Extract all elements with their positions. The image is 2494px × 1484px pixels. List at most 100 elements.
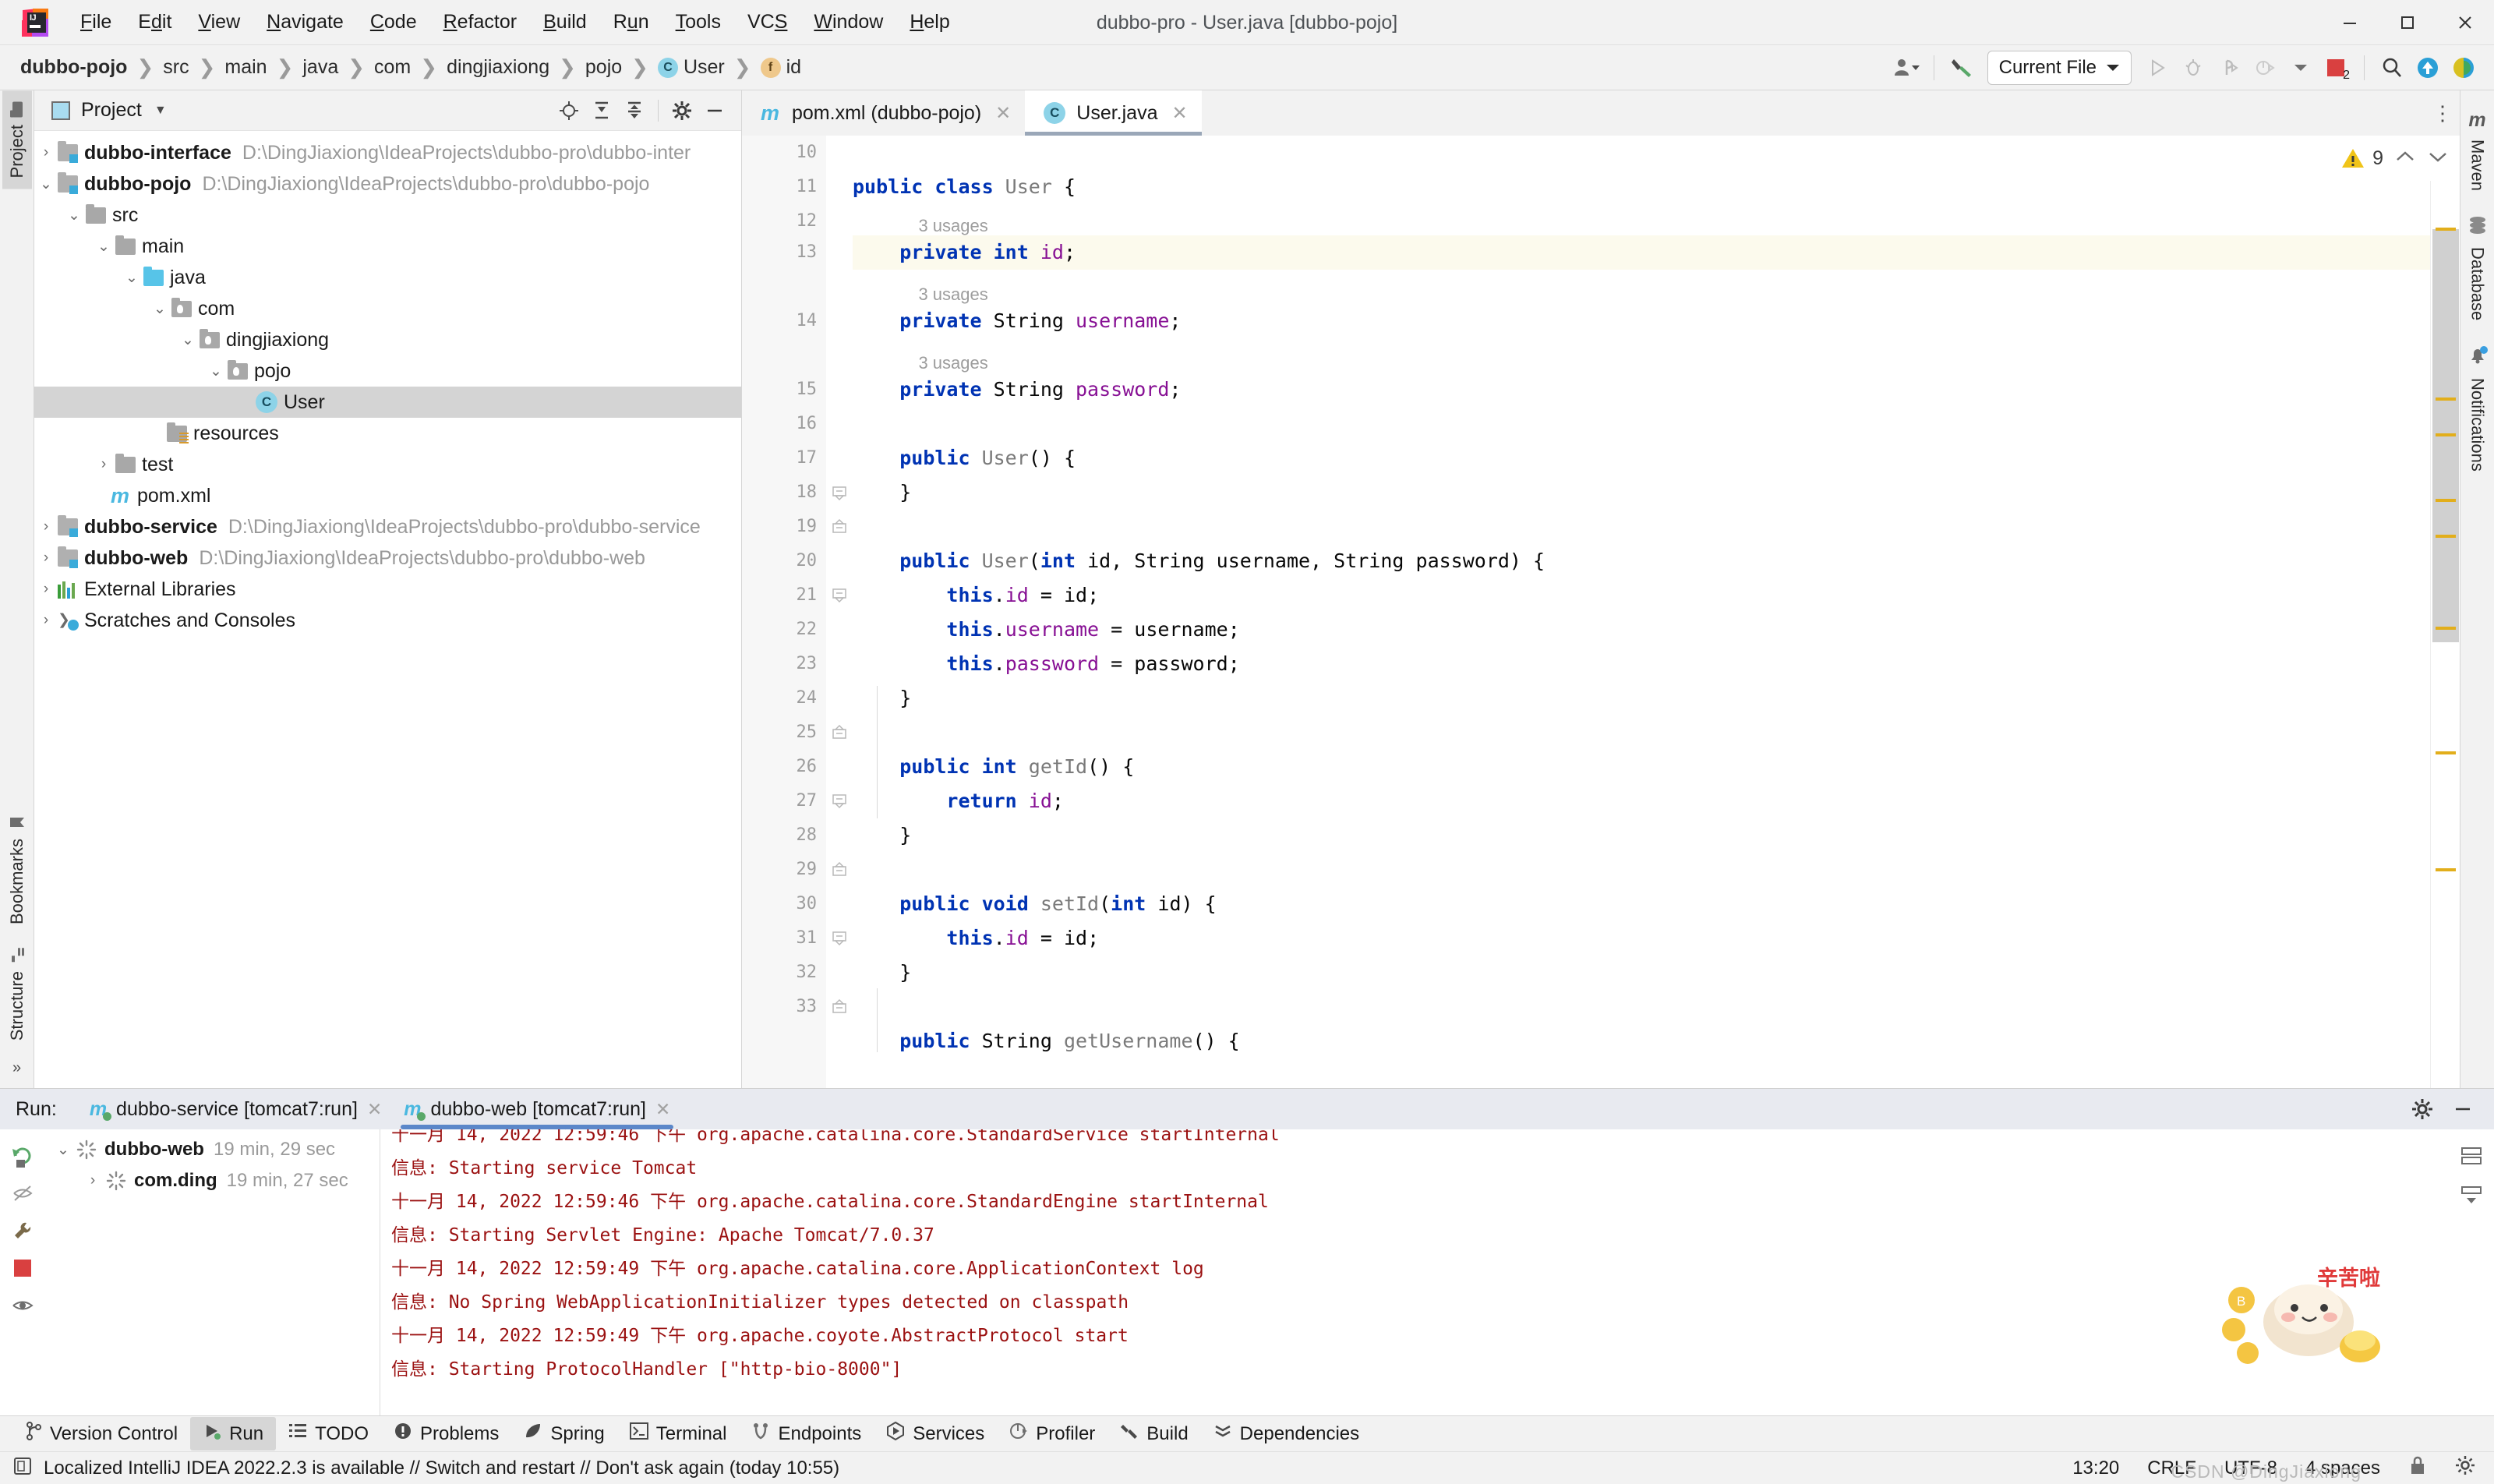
chevron-right-icon[interactable]: › [34,581,58,598]
chevron-down-icon[interactable]: ⌄ [50,1141,76,1159]
tool-window-todo[interactable]: TODO [276,1418,381,1450]
breadcrumb-item-4[interactable]: com [371,55,414,80]
warning-marker[interactable] [2436,535,2456,538]
rerun-icon[interactable] [5,1139,40,1173]
run-coverage-icon[interactable] [2211,50,2247,86]
eye-icon[interactable] [5,1288,40,1323]
run-tree[interactable]: ⌄ dubbo-web 19 min, 29 sec › com.ding 19… [45,1129,380,1415]
tree-row-dubbo-service[interactable]: › dubbo-service D:\DingJiaxiong\IdeaProj… [34,511,741,542]
sidebar-tab-maven[interactable]: m Maven [2463,97,2492,203]
ide-feature-icon[interactable] [2446,50,2482,86]
tree-row-src[interactable]: ⌄ src [34,200,741,231]
tree-row-main[interactable]: ⌄ main [34,231,741,262]
fold-end-icon[interactable] [831,723,848,740]
menu-view[interactable]: View [185,6,253,38]
warning-count[interactable]: 9 [2341,147,2383,170]
tree-row-pom-xml[interactable]: m pom.xml [34,480,741,511]
tree-row-scratches-and-consoles[interactable]: › ❯ Scratches and Consoles [34,605,741,636]
menu-edit[interactable]: Edit [125,6,185,38]
menu-help[interactable]: Help [896,6,963,38]
chevron-down-icon[interactable]: ⌄ [62,207,86,224]
tree-row-pojo[interactable]: ⌄ pojo [34,355,741,387]
project-tree[interactable]: › dubbo-interface D:\DingJiaxiong\IdeaPr… [34,131,741,1088]
settings-gear-icon[interactable] [2455,1455,2475,1481]
tree-row-test[interactable]: › test [34,449,741,480]
fold-minus-icon[interactable] [831,929,848,946]
warning-marker[interactable] [2436,627,2456,630]
tree-row-user[interactable]: C User [34,387,741,418]
debug-icon[interactable] [2175,50,2211,86]
breadcrumb-item-5[interactable]: dingjiaxiong [443,55,553,80]
editor-options-icon[interactable]: ⋮ [2425,90,2460,136]
menu-build[interactable]: Build [530,6,600,38]
caret-position[interactable]: 13:20 [2072,1458,2119,1479]
code-editor[interactable]: 10 11 12 13 14 15 16 17 18 19 20 21 22 2… [742,136,2460,1088]
status-message[interactable]: Localized IntelliJ IDEA 2022.2.3 is avai… [44,1458,839,1479]
next-problem-icon[interactable] [2427,149,2449,168]
sidebar-tab-project[interactable]: Project [2,90,32,189]
previous-problem-icon[interactable] [2394,149,2416,168]
chevron-down-icon[interactable]: ⌄ [34,175,58,193]
tree-row-dingjiaxiong[interactable]: ⌄ dingjiaxiong [34,324,741,355]
run-tree-row-com-ding[interactable]: › com.ding 19 min, 27 sec [45,1165,380,1196]
minimize-button[interactable] [2321,0,2379,45]
chevron-down-icon[interactable]: ⌄ [204,362,228,380]
breadcrumb-item-6[interactable]: pojo [582,55,625,80]
chevron-down-icon[interactable]: ▼ [154,104,167,118]
chevron-right-icon[interactable]: › [34,612,58,629]
account-icon[interactable] [1888,50,1924,86]
chevron-down-icon[interactable]: ⌄ [148,300,171,318]
run-console-output[interactable]: 十一月 14, 2022 12:59:46 下午 org.apache.cata… [380,1129,2449,1415]
run-icon[interactable] [2139,50,2175,86]
close-icon[interactable]: ✕ [1172,102,1188,125]
chevron-down-icon[interactable]: ⌄ [176,331,200,349]
tool-window-problems[interactable]: Problems [381,1417,511,1450]
hide-icon[interactable] [5,1176,40,1210]
tool-window-services[interactable]: Services [874,1417,997,1450]
menu-vcs[interactable]: VCS [734,6,800,38]
menu-code[interactable]: Code [357,6,430,38]
tree-row-resources[interactable]: resources [34,418,741,449]
lock-icon[interactable] [2408,1455,2427,1481]
locate-icon[interactable] [553,95,585,126]
tree-row-external-libraries[interactable]: › External Libraries [34,574,741,605]
search-everywhere-icon[interactable] [2374,50,2410,86]
expand-collapse-icon[interactable] [2456,1179,2487,1210]
run-configuration-selector[interactable]: Current File [1987,50,2132,85]
update-project-icon[interactable] [2410,50,2446,86]
breadcrumb-item-1[interactable]: src [160,55,192,80]
profile-icon[interactable] [2247,50,2283,86]
breadcrumb-item-7[interactable]: C User [655,55,728,80]
chevron-right-icon[interactable]: › [92,456,115,473]
more-tabs-icon[interactable]: » [12,1051,21,1088]
fold-end-icon[interactable] [831,518,848,535]
hide-panel-icon[interactable] [2447,1094,2478,1125]
run-tab-dubbo-service[interactable]: m dubbo-service [tomcat7:run] ✕ [79,1089,393,1129]
tool-window-run[interactable]: Run [190,1417,277,1450]
editor-tab-pom-xml[interactable]: m pom.xml (dubbo-pojo) ✕ [742,90,1026,136]
editor-tab-user-java[interactable]: C User.java ✕ [1025,90,1202,136]
menu-refactor[interactable]: Refactor [430,6,531,38]
sidebar-tab-notifications[interactable]: Notifications [2463,333,2492,484]
code-text-area[interactable]: public class User { 3 usages private int… [853,136,2430,1088]
breadcrumb-item-0[interactable]: dubbo-pojo [17,55,130,80]
menu-run[interactable]: Run [600,6,662,38]
tree-row-dubbo-pojo[interactable]: ⌄ dubbo-pojo D:\DingJiaxiong\IdeaProject… [34,168,741,200]
tree-row-com[interactable]: ⌄ com [34,293,741,324]
settings-gear-icon[interactable] [2407,1094,2438,1125]
chevron-right-icon[interactable]: › [34,518,58,535]
warning-marker[interactable] [2436,868,2456,871]
chevron-right-icon[interactable]: › [34,549,58,567]
tool-window-version-control[interactable]: Version Control [12,1417,190,1450]
error-stripe-marker-bar[interactable] [2430,136,2460,1088]
run-tab-dubbo-web[interactable]: m dubbo-web [tomcat7:run] ✕ [393,1089,681,1129]
hide-panel-icon[interactable] [699,95,730,126]
maximize-button[interactable] [2379,0,2436,45]
fold-end-icon[interactable] [831,998,848,1015]
expand-all-icon[interactable] [586,95,617,126]
warning-marker[interactable] [2436,433,2456,436]
close-icon[interactable]: ✕ [995,102,1011,125]
settings-gear-icon[interactable] [666,95,698,126]
tool-window-build[interactable]: Build [1107,1417,1200,1450]
close-icon[interactable]: ✕ [367,1099,382,1120]
